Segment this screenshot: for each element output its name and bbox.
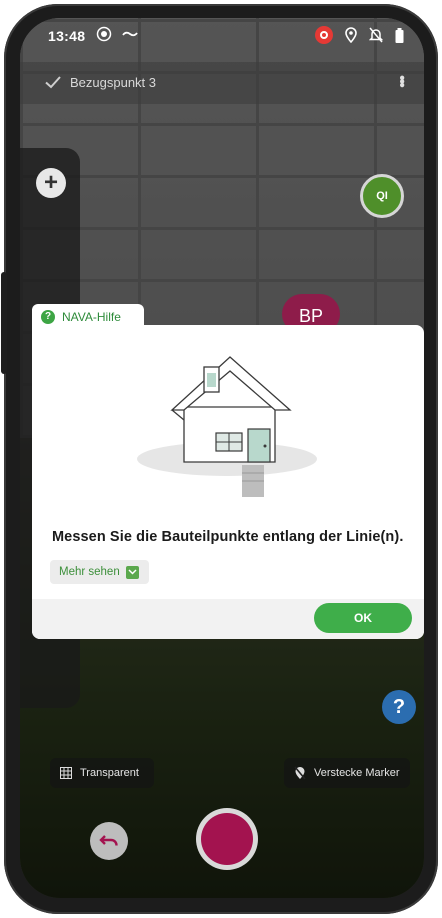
- help-button[interactable]: ?: [382, 690, 416, 724]
- transparent-toggle[interactable]: Transparent: [50, 758, 154, 788]
- grid-icon: [60, 767, 72, 779]
- ok-button[interactable]: OK: [314, 603, 412, 633]
- hide-markers-toggle[interactable]: Verstecke Marker: [284, 758, 410, 788]
- status-icons-left: [96, 26, 138, 42]
- power-button: [1, 272, 7, 374]
- location-icon: [345, 27, 357, 43]
- transparent-label: Transparent: [80, 767, 139, 779]
- undo-icon: [99, 835, 118, 846]
- ar-marker-qi[interactable]: QI: [360, 174, 404, 218]
- screen-record-icon: [96, 26, 112, 42]
- recording-indicator-icon: [315, 26, 333, 44]
- dialog-tab-label: NAVA-Hilfe: [62, 310, 121, 324]
- more-vert-icon[interactable]: •••: [392, 75, 410, 86]
- dialog-footer: OK: [32, 599, 424, 639]
- hide-markers-label: Verstecke Marker: [314, 767, 400, 779]
- house-illustration: [137, 356, 317, 497]
- status-time: 13:48: [48, 28, 86, 44]
- location-off-icon: [294, 766, 306, 780]
- battery-icon: [395, 27, 404, 43]
- record-button-inner: [201, 813, 253, 865]
- app-bar-title: Bezugspunkt 3: [70, 75, 157, 90]
- check-icon[interactable]: [44, 73, 62, 91]
- help-circle-icon: ?: [41, 310, 55, 324]
- app-bar: Bezugspunkt 3 •••: [20, 62, 424, 104]
- chevron-down-icon: [125, 565, 139, 579]
- more-button[interactable]: Mehr sehen: [50, 560, 149, 584]
- wave-icon: [122, 31, 138, 37]
- more-label: Mehr sehen: [59, 566, 120, 578]
- status-icons-right: [315, 26, 404, 44]
- status-bar: 13:48: [20, 18, 424, 54]
- alarm-off-icon: [369, 27, 383, 43]
- record-button[interactable]: [196, 808, 258, 870]
- undo-button[interactable]: [90, 822, 128, 860]
- dialog-message: Messen Sie die Bauteilpunkte entlang der…: [52, 529, 404, 545]
- add-point-button[interactable]: +: [36, 168, 66, 198]
- help-dialog: Messen Sie die Bauteilpunkte entlang der…: [32, 325, 424, 639]
